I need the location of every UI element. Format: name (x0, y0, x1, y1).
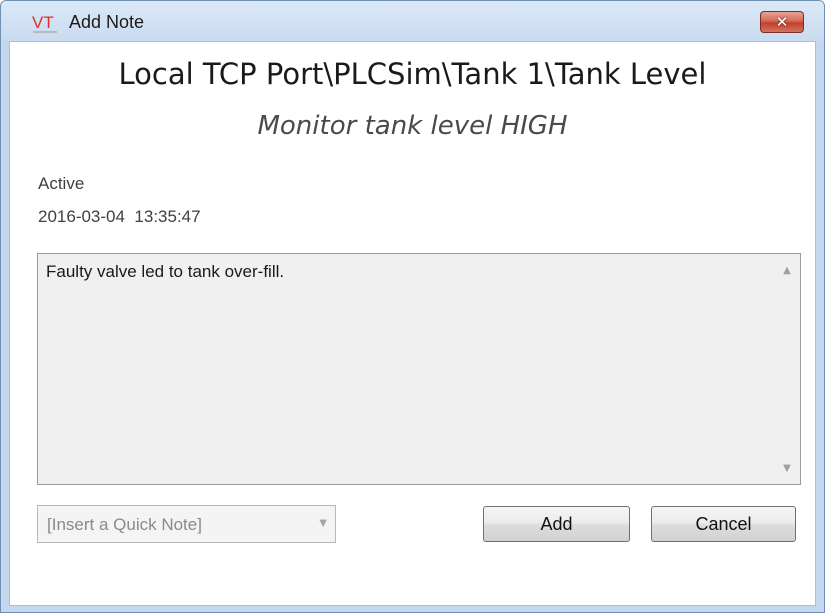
window-title: Add Note (69, 12, 145, 32)
close-button[interactable]: ✕ (760, 11, 804, 33)
note-text: Faulty valve led to tank over-fill. (46, 262, 285, 281)
quick-note-dropdown[interactable]: [Insert a Quick Note] ▼ (37, 505, 336, 543)
note-textarea[interactable]: Faulty valve led to tank over-fill. ▲ ▼ (37, 253, 801, 485)
alarm-timestamp: 2016-03-04 13:35:47 (38, 207, 201, 226)
add-note-dialog: VT Add Note ✕ Local TCP Port\PLCSim\Tank… (0, 0, 825, 613)
alarm-status: Active (38, 174, 85, 193)
cancel-button[interactable]: Cancel (651, 506, 796, 542)
quick-note-placeholder: [Insert a Quick Note] (47, 515, 202, 534)
title-bar[interactable]: VT Add Note ✕ (1, 1, 824, 41)
svg-text:VT: VT (32, 13, 54, 32)
add-button[interactable]: Add (483, 506, 630, 542)
chevron-down-icon: ▼ (319, 518, 327, 529)
note-scrollbar[interactable]: ▲ ▼ (774, 254, 800, 484)
alarm-description: Monitor tank level HIGH (257, 111, 568, 141)
tag-path-title: Local TCP Port\PLCSim\Tank 1\Tank Level (118, 57, 707, 91)
scroll-down-arrow-icon[interactable]: ▼ (774, 458, 800, 480)
scroll-up-arrow-icon[interactable]: ▲ (774, 260, 800, 282)
close-icon: ✕ (775, 13, 789, 31)
vt-app-icon: VT (32, 13, 57, 33)
